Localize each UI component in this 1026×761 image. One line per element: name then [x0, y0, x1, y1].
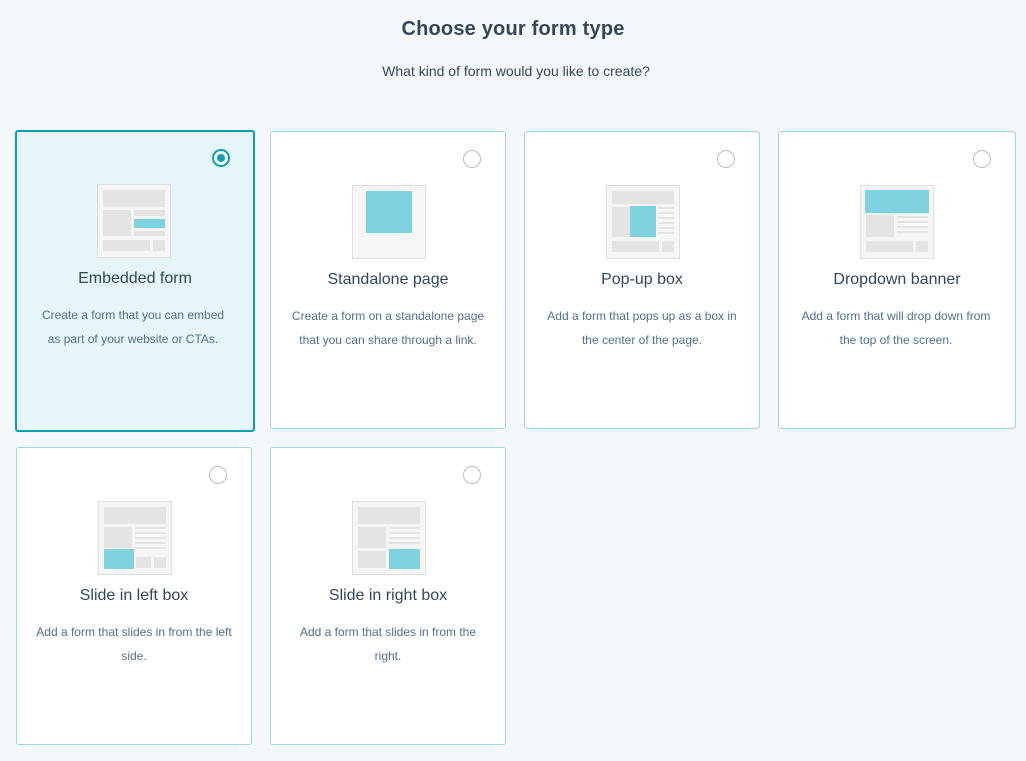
slide-in-right-icon	[352, 501, 426, 575]
form-type-card-slide-left[interactable]: Slide in left box Add a form that slides…	[16, 447, 252, 745]
form-type-card-dropdown[interactable]: Dropdown banner Add a form that will dro…	[778, 131, 1016, 429]
radio-embedded[interactable]	[212, 149, 230, 167]
card-description: Add a form that slides in from the right…	[299, 625, 477, 663]
radio-popup[interactable]	[717, 150, 735, 168]
card-description: Create a form that you can embed as part…	[41, 308, 225, 346]
form-type-card-slide-right[interactable]: Slide in right box Add a form that slide…	[270, 447, 506, 745]
slide-in-left-icon	[98, 501, 172, 575]
card-description: Add a form that will drop down from the …	[801, 309, 991, 347]
radio-slide-left[interactable]	[209, 466, 227, 484]
card-title: Slide in left box	[79, 587, 189, 604]
form-type-card-standalone[interactable]: Standalone page Create a form on a stand…	[270, 131, 506, 429]
card-title: Slide in right box	[328, 587, 448, 604]
card-description: Add a form that pops up as a box in the …	[547, 309, 737, 347]
radio-dropdown[interactable]	[973, 150, 991, 168]
radio-slide-right[interactable]	[463, 466, 481, 484]
page-title: Choose your form type	[401, 18, 625, 40]
card-title: Standalone page	[327, 271, 449, 288]
card-title: Pop-up box	[601, 271, 683, 288]
card-description: Create a form on a standalone page that …	[291, 309, 485, 347]
card-title: Embedded form	[78, 270, 192, 287]
radio-standalone[interactable]	[463, 150, 481, 168]
card-description: Add a form that slides in from the left …	[36, 625, 232, 663]
form-type-card-popup[interactable]: Pop-up box Add a form that pops up as a …	[524, 131, 760, 429]
form-type-card-embedded[interactable]: Embedded form Create a form that you can…	[15, 130, 255, 432]
page-subtitle: What kind of form would you like to crea…	[382, 63, 650, 79]
embedded-form-icon	[97, 184, 171, 258]
standalone-page-icon	[352, 185, 426, 259]
popup-box-icon	[606, 185, 680, 259]
card-title: Dropdown banner	[833, 271, 961, 288]
dropdown-banner-icon	[860, 185, 934, 259]
